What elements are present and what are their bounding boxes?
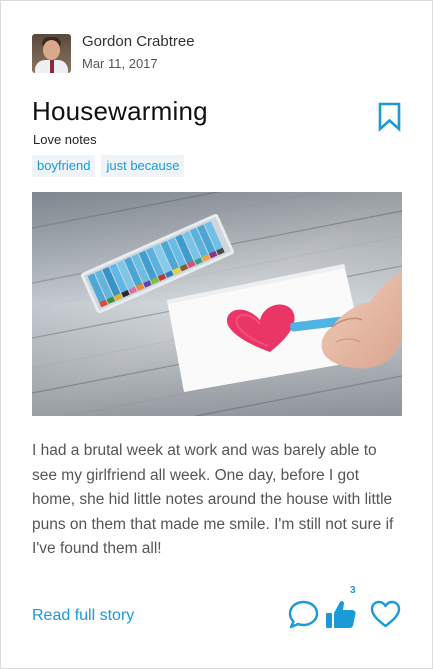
author-name[interactable]: Gordon Crabtree [82, 33, 195, 51]
heart-icon[interactable] [369, 599, 402, 629]
tag-boyfriend[interactable]: boyfriend [32, 155, 96, 177]
post-title: Housewarming [32, 96, 208, 126]
thumbs-up-icon[interactable] [325, 598, 357, 630]
read-full-story-link[interactable]: Read full story [32, 607, 134, 625]
tag-list: boyfriend just because [32, 155, 185, 177]
post-category: Love notes [33, 132, 97, 147]
story-excerpt: I had a brutal week at work and was bare… [32, 442, 394, 557]
post-date: Mar 11, 2017 [82, 56, 158, 71]
story-photo [32, 192, 402, 416]
avatar[interactable] [32, 34, 71, 73]
bookmark-icon[interactable] [377, 102, 402, 132]
story-card: Gordon Crabtree Mar 11, 2017 Housewarmin… [0, 0, 433, 669]
story-photo-illustration [32, 192, 402, 416]
tag-just-because[interactable]: just because [101, 155, 185, 177]
comment-icon[interactable] [287, 598, 320, 631]
like-count: 3 [350, 585, 356, 596]
author-meta: Gordon Crabtree Mar 11, 2017 [82, 33, 195, 72]
author-header: Gordon Crabtree Mar 11, 2017 [32, 33, 195, 73]
